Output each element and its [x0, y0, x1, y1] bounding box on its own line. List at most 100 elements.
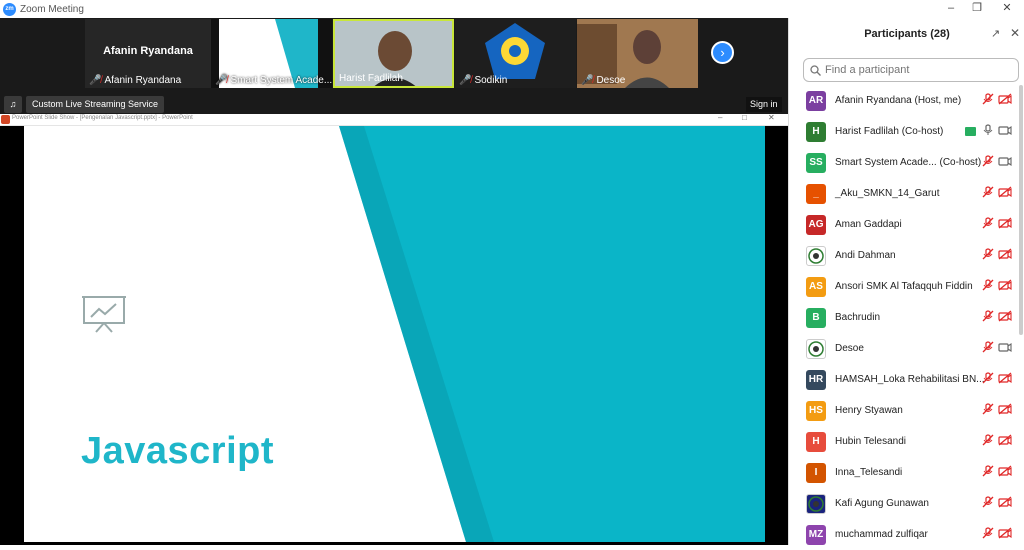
participant-name: Hubin Telesandi: [835, 436, 906, 447]
restore-icon[interactable]: ❐: [970, 1, 984, 15]
close-icon[interactable]: ✕: [768, 113, 775, 122]
window-title: Zoom Meeting: [20, 3, 84, 15]
mic-muted-icon[interactable]: [982, 495, 994, 513]
video-off-icon[interactable]: [998, 464, 1012, 482]
close-panel-icon[interactable]: ✕: [1010, 26, 1020, 40]
video-on-icon[interactable]: [998, 154, 1012, 172]
mic-muted-icon[interactable]: [982, 278, 994, 296]
participant-row[interactable]: MZ muchammad zulfiqar: [789, 519, 1024, 550]
video-off-icon[interactable]: [998, 526, 1012, 544]
mic-on-icon[interactable]: [982, 123, 994, 141]
participant-row[interactable]: Kafi Agung Gunawan: [789, 488, 1024, 519]
avatar: _: [806, 183, 826, 204]
mic-muted-icon[interactable]: [982, 154, 994, 172]
mic-muted-icon[interactable]: [982, 402, 994, 420]
video-tile[interactable]: 🎤̸ Sodikin: [455, 19, 576, 88]
participant-row[interactable]: AG Aman Gaddapi: [789, 209, 1024, 240]
mic-muted-icon[interactable]: [982, 216, 994, 234]
pop-out-icon[interactable]: ↗: [991, 27, 1000, 40]
avatar: AS: [806, 276, 826, 297]
participant-row[interactable]: H Hubin Telesandi: [789, 426, 1024, 457]
shared-screen[interactable]: Javascript: [0, 126, 788, 545]
participant-row[interactable]: Desoe: [789, 333, 1024, 364]
video-on-icon[interactable]: [998, 123, 1012, 141]
participant-row[interactable]: H Harist Fadlilah (Co-host): [789, 116, 1024, 147]
video-off-icon[interactable]: [998, 247, 1012, 265]
scrollbar[interactable]: [1019, 85, 1023, 335]
participant-name: Kafi Agung Gunawan: [835, 498, 929, 509]
slide-background-shape: [339, 126, 765, 542]
avatar: I: [806, 462, 826, 483]
video-off-icon[interactable]: [998, 495, 1012, 513]
video-tile-active[interactable]: Harist Fadlilah: [333, 19, 454, 88]
tile-label: Harist Fadlilah: [339, 73, 403, 84]
search-box[interactable]: [803, 58, 1019, 82]
video-off-icon[interactable]: [998, 433, 1012, 451]
restore-icon[interactable]: □: [742, 113, 747, 122]
participant-name: Henry Styawan: [835, 405, 903, 416]
participant-name: Aman Gaddapi: [835, 219, 902, 230]
participants-panel: Participants (28) ↗ ✕ AR Afanin Ryandana …: [788, 18, 1024, 545]
participant-row[interactable]: Andi Dahman: [789, 240, 1024, 271]
tile-label: 🎤̸ Sodikin: [459, 75, 508, 86]
video-off-icon[interactable]: [998, 371, 1012, 389]
sign-in-button[interactable]: Sign in: [746, 97, 782, 112]
close-icon[interactable]: ✕: [1000, 1, 1014, 15]
mic-muted-icon[interactable]: [982, 92, 994, 110]
minimize-icon[interactable]: –: [944, 1, 958, 15]
search-input[interactable]: [825, 64, 1005, 76]
presentation-board-icon: [82, 296, 126, 333]
video-off-icon[interactable]: [998, 216, 1012, 234]
avatar: H: [806, 121, 826, 142]
participant-row[interactable]: _ _Aku_SMKN_14_Garut: [789, 178, 1024, 209]
participant-row[interactable]: AS Ansori SMK Al Tafaqquh Fiddin: [789, 271, 1024, 302]
video-tile[interactable]: Afanin Ryandana 🎤̸ Afanin Ryandana: [85, 19, 211, 88]
participant-row[interactable]: HS Henry Styawan: [789, 395, 1024, 426]
participant-name: _Aku_SMKN_14_Garut: [835, 188, 940, 199]
participant-name: Inna_Telesandi: [835, 467, 903, 478]
avatar: HS: [806, 400, 826, 421]
minimize-icon[interactable]: –: [718, 113, 722, 122]
mic-muted-icon: 🎤̸: [89, 75, 102, 86]
video-off-icon[interactable]: [998, 278, 1012, 296]
avatar: AR: [806, 90, 826, 111]
video-off-icon[interactable]: [998, 309, 1012, 327]
participant-row[interactable]: HR HAMSAH_Loka Rehabilitasi BN...: [789, 364, 1024, 395]
live-streaming-label[interactable]: Custom Live Streaming Service: [26, 96, 165, 113]
mic-muted-icon[interactable]: [982, 433, 994, 451]
screen-share-icon: [965, 127, 976, 136]
rss-live-icon[interactable]: ♫: [4, 96, 22, 113]
participant-name: muchammad zulfiqar: [835, 529, 928, 540]
avatar: [806, 338, 826, 359]
next-page-arrow-icon[interactable]: ›: [711, 41, 734, 64]
participant-name: HAMSAH_Loka Rehabilitasi BN...: [835, 374, 985, 385]
mic-muted-icon[interactable]: [982, 371, 994, 389]
mic-muted-icon[interactable]: [982, 309, 994, 327]
search-icon: [810, 64, 821, 76]
mic-muted-icon[interactable]: [982, 526, 994, 544]
participant-row[interactable]: SS Smart System Acade... (Co-host): [789, 147, 1024, 178]
participant-row[interactable]: B Bachrudin: [789, 302, 1024, 333]
video-off-icon[interactable]: [998, 92, 1012, 110]
tile-label: 🎤̸ Smart System Acade...: [215, 75, 332, 86]
participant-name: Ansori SMK Al Tafaqquh Fiddin: [835, 281, 973, 292]
video-tile[interactable]: 🎤̸ Smart System Acade...: [211, 19, 332, 88]
participant-row[interactable]: AR Afanin Ryandana (Host, me): [789, 85, 1024, 116]
mic-muted-icon[interactable]: [982, 464, 994, 482]
participant-row[interactable]: I Inna_Telesandi: [789, 457, 1024, 488]
participant-name: Andi Dahman: [835, 250, 896, 261]
participant-name: Afanin Ryandana (Host, me): [835, 95, 962, 106]
avatar: B: [806, 307, 826, 328]
participant-name: Smart System Acade... (Co-host): [835, 157, 982, 168]
video-off-icon[interactable]: [998, 402, 1012, 420]
mic-muted-icon[interactable]: [982, 185, 994, 203]
video-on-icon[interactable]: [998, 340, 1012, 358]
mic-muted-icon[interactable]: [982, 340, 994, 358]
title-bar: zm Zoom Meeting: [0, 0, 1024, 18]
video-tile[interactable]: 🎤̸ Desoe: [577, 19, 698, 88]
video-off-icon[interactable]: [998, 185, 1012, 203]
panel-title: Participants (28): [864, 28, 950, 40]
slide-title: Javascript: [81, 430, 275, 472]
mic-muted-icon[interactable]: [982, 247, 994, 265]
avatar: MZ: [806, 524, 826, 545]
